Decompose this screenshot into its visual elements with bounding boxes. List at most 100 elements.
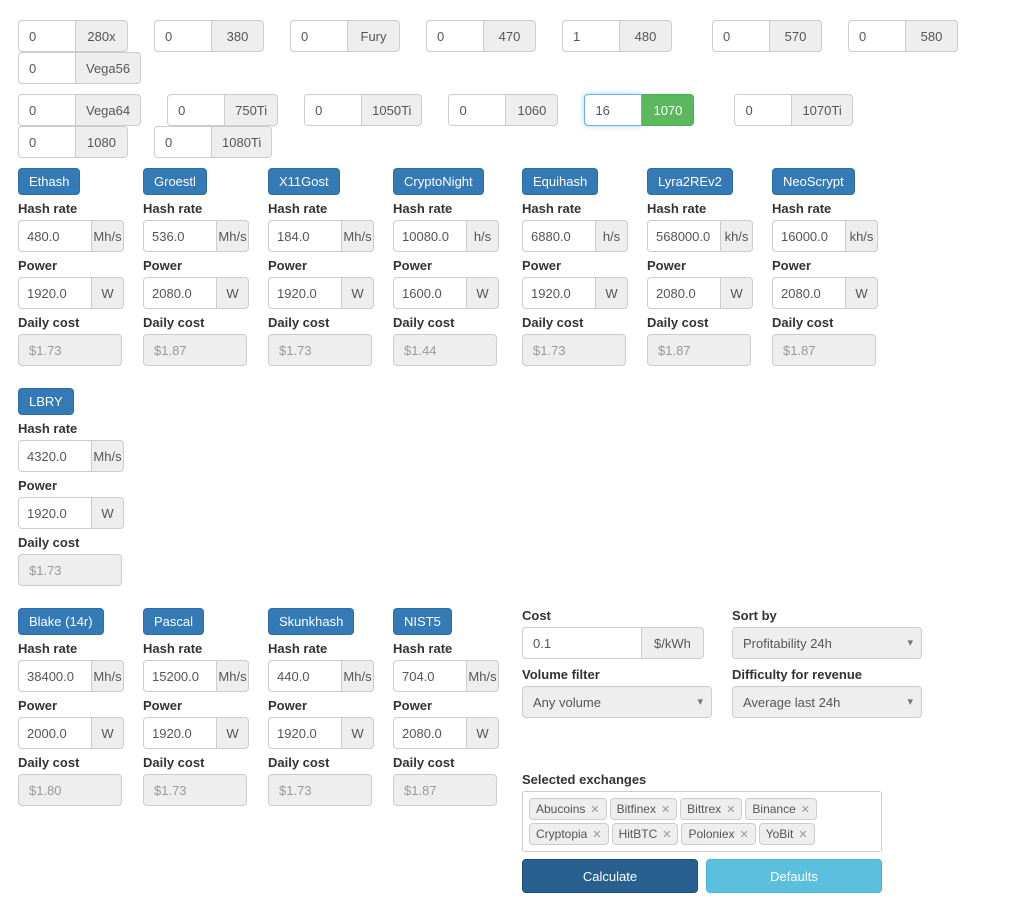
power-unit: W	[467, 277, 499, 309]
close-icon[interactable]: ✕	[798, 828, 807, 841]
gpu-480-input[interactable]	[562, 20, 620, 52]
algo-ethash-button[interactable]: Ethash	[18, 168, 80, 195]
gpu-1080-input[interactable]	[18, 126, 76, 158]
power-unit: W	[342, 717, 374, 749]
difficulty-select[interactable]: Average last 24h	[732, 686, 922, 718]
gpu-480-group: 480	[562, 20, 672, 52]
exchange-tag-yobit[interactable]: YoBit✕	[759, 823, 815, 845]
algo-nist5-button[interactable]: NIST5	[393, 608, 452, 635]
algo-lbry-hashrate-input[interactable]	[18, 440, 92, 472]
gpu-580-label: 580	[906, 20, 958, 52]
gpu-1050ti-label: 1050Ti	[362, 94, 422, 126]
algo-blake-14r--power-input[interactable]	[18, 717, 92, 749]
algo-equihash-hashrate-input[interactable]	[522, 220, 596, 252]
exchange-tag-bittrex[interactable]: Bittrex✕	[680, 798, 742, 820]
algo-neoscrypt-button[interactable]: NeoScrypt	[772, 168, 855, 195]
close-icon[interactable]: ✕	[801, 803, 810, 816]
exchange-tag-cryptopia[interactable]: Cryptopia✕	[529, 823, 609, 845]
daily-cost-label: Daily cost	[268, 315, 372, 330]
algo-skunkhash-power-input[interactable]	[268, 717, 342, 749]
gpu-1070-group: 1070	[584, 94, 694, 126]
power-unit: W	[721, 277, 753, 309]
algo-cryptonight-daily-cost: $1.44	[393, 334, 497, 366]
algo-groestl-power-input[interactable]	[143, 277, 217, 309]
algo-x11gost-hashrate-input[interactable]	[268, 220, 342, 252]
exchange-tag-poloniex[interactable]: Poloniex✕	[681, 823, 755, 845]
algo-lyra2rev2-hashrate-input[interactable]	[647, 220, 721, 252]
power-unit: W	[92, 277, 124, 309]
gpu-vega56-input[interactable]	[18, 52, 76, 84]
algo-cryptonight-button[interactable]: CryptoNight	[393, 168, 484, 195]
algo-equihash-power-input[interactable]	[522, 277, 596, 309]
close-icon[interactable]: ✕	[590, 803, 599, 816]
exchange-tag-hitbtc[interactable]: HitBTC✕	[612, 823, 679, 845]
close-icon[interactable]: ✕	[740, 828, 749, 841]
algo-pascal-button[interactable]: Pascal	[143, 608, 204, 635]
gpu-280x-input[interactable]	[18, 20, 76, 52]
defaults-button[interactable]: Defaults	[706, 859, 882, 893]
gpu-vega64-input[interactable]	[18, 94, 76, 126]
algo-neoscrypt-hashrate-input[interactable]	[772, 220, 846, 252]
algo-skunkhash: SkunkhashHash rateMh/sPowerWDaily cost$1…	[268, 608, 372, 806]
gpu-280x-label: 280x	[76, 20, 128, 52]
exchange-tag-abucoins[interactable]: Abucoins✕	[529, 798, 607, 820]
gpu-1080ti-input[interactable]	[154, 126, 212, 158]
algo-x11gost-button[interactable]: X11Gost	[268, 168, 340, 195]
gpu-380-input[interactable]	[154, 20, 212, 52]
cost-input[interactable]	[522, 627, 642, 659]
gpu-580-input[interactable]	[848, 20, 906, 52]
gpu-1050ti-input[interactable]	[304, 94, 362, 126]
sort-by-select[interactable]: Profitability 24h	[732, 627, 922, 659]
algo-lbry-button[interactable]: LBRY	[18, 388, 74, 415]
exchange-tag-bitfinex[interactable]: Bitfinex✕	[610, 798, 678, 820]
algo-equihash-button[interactable]: Equihash	[522, 168, 598, 195]
gpu-1070ti-input[interactable]	[734, 94, 792, 126]
algo-cryptonight-hashrate-input[interactable]	[393, 220, 467, 252]
algo-groestl-button[interactable]: Groestl	[143, 168, 207, 195]
exchanges-tagbox[interactable]: Abucoins✕Bitfinex✕Bittrex✕Binance✕ Crypto…	[522, 791, 882, 852]
algo-groestl-hashrate-input[interactable]	[143, 220, 217, 252]
algo-pascal-power-input[interactable]	[143, 717, 217, 749]
algo-neoscrypt-power-input[interactable]	[772, 277, 846, 309]
algo-pascal-hashrate-unit: Mh/s	[217, 660, 249, 692]
gpu-vega56-label: Vega56	[76, 52, 141, 84]
gpu-380-group: 380	[154, 20, 264, 52]
close-icon[interactable]: ✕	[662, 828, 671, 841]
gpu-fury-input[interactable]	[290, 20, 348, 52]
algo-lbry-power-input[interactable]	[18, 497, 92, 529]
algo-skunkhash-button[interactable]: Skunkhash	[268, 608, 354, 635]
algo-skunkhash-hashrate-unit: Mh/s	[342, 660, 374, 692]
gpu-1060-input[interactable]	[448, 94, 506, 126]
algo-x11gost-hashrate-unit: Mh/s	[342, 220, 374, 252]
volume-filter-select[interactable]: Any volume	[522, 686, 712, 718]
algo-lyra2rev2-button[interactable]: Lyra2REv2	[647, 168, 733, 195]
calculate-button[interactable]: Calculate	[522, 859, 698, 893]
algo-ethash-power-input[interactable]	[18, 277, 92, 309]
algo-ethash-hashrate-input[interactable]	[18, 220, 92, 252]
close-icon[interactable]: ✕	[661, 803, 670, 816]
algo-neoscrypt-daily-cost: $1.87	[772, 334, 876, 366]
algo-nist5-hashrate-input[interactable]	[393, 660, 467, 692]
gpu-1070-input[interactable]	[584, 94, 642, 126]
algo-pascal-hashrate-input[interactable]	[143, 660, 217, 692]
exchange-tag-binance[interactable]: Binance✕	[745, 798, 817, 820]
algo-blake-14r--hashrate-input[interactable]	[18, 660, 92, 692]
algo-ethash-hashrate-unit: Mh/s	[92, 220, 124, 252]
algo-cryptonight-power-input[interactable]	[393, 277, 467, 309]
gpu-570-input[interactable]	[712, 20, 770, 52]
algo-neoscrypt-hashrate-unit: kh/s	[846, 220, 878, 252]
algo-blake-14r--button[interactable]: Blake (14r)	[18, 608, 104, 635]
difficulty-label: Difficulty for revenue	[732, 667, 972, 682]
algo-skunkhash-hashrate-input[interactable]	[268, 660, 342, 692]
close-icon[interactable]: ✕	[592, 828, 601, 841]
power-label: Power	[393, 258, 497, 273]
gpu-750ti-input[interactable]	[167, 94, 225, 126]
close-icon[interactable]: ✕	[726, 803, 735, 816]
algo-nist5-power-input[interactable]	[393, 717, 467, 749]
gpu-470-input[interactable]	[426, 20, 484, 52]
algo-x11gost-power-input[interactable]	[268, 277, 342, 309]
gpu-470-label: 470	[484, 20, 536, 52]
algo-ethash: EthashHash rateMh/sPowerWDaily cost$1.73	[18, 168, 122, 366]
algo-lyra2rev2-power-input[interactable]	[647, 277, 721, 309]
gpu-vega64-label: Vega64	[76, 94, 141, 126]
